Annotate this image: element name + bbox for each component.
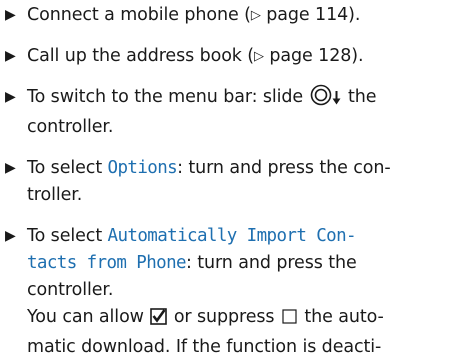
page-ref-icon: ▷ — [254, 49, 264, 64]
checkbox-checked-icon — [150, 307, 168, 334]
note-text-end: the auto- — [298, 307, 384, 327]
controller-icon — [310, 84, 332, 106]
instruction-list: ▶ Connect a mobile phone (▷ page 114). ▶… — [5, 2, 461, 361]
menu-term-auto-import-1: Automatically Import Con- — [107, 226, 357, 246]
step-select-options: ▶ To select Options: turn and press the … — [5, 155, 461, 209]
step-text: To select — [27, 226, 108, 246]
bullet-icon: ▶ — [5, 89, 16, 105]
checkbox-unchecked-icon — [281, 307, 298, 334]
bullet-icon: ▶ — [5, 48, 16, 64]
page-ref-text: page 128). — [263, 46, 364, 66]
step-text: Connect a mobile phone ( — [27, 5, 251, 25]
step-text: To switch to the menu bar: slide — [27, 87, 309, 107]
down-arrow-icon — [332, 87, 341, 114]
step-text: To select — [27, 158, 108, 178]
menu-term-auto-import-2: tacts from Phone — [27, 253, 187, 273]
step-connect-phone: ▶ Connect a mobile phone (▷ page 114). — [5, 2, 461, 29]
step-text-cont: : turn and press the — [185, 253, 357, 273]
note-text-mid: or suppress — [168, 307, 280, 327]
bullet-icon: ▶ — [5, 7, 16, 23]
step-text-line2: controller. — [27, 117, 114, 137]
step-text: Call up the address book ( — [27, 46, 255, 66]
bullet-icon: ▶ — [5, 160, 16, 176]
note-text: You can allow — [27, 307, 150, 327]
menu-term-options: Options — [107, 158, 178, 178]
note-text-line2: matic download. If the function is deact… — [27, 337, 382, 357]
page-ref-text: page 114). — [260, 5, 361, 25]
step-text-line3: controller. — [27, 280, 114, 300]
step-address-book: ▶ Call up the address book (▷ page 128). — [5, 43, 461, 70]
bullet-icon: ▶ — [5, 228, 16, 244]
step-text-cont: : turn and press the con- — [177, 158, 391, 178]
page-ref-icon: ▷ — [250, 8, 261, 23]
step-text-cont: the — [342, 87, 377, 107]
step-menu-bar: ▶ To switch to the menu bar: slide the c… — [5, 84, 461, 141]
step-text-line2: troller. — [27, 185, 83, 205]
step-auto-import: ▶ To select Automatically Import Con- ta… — [5, 223, 461, 361]
